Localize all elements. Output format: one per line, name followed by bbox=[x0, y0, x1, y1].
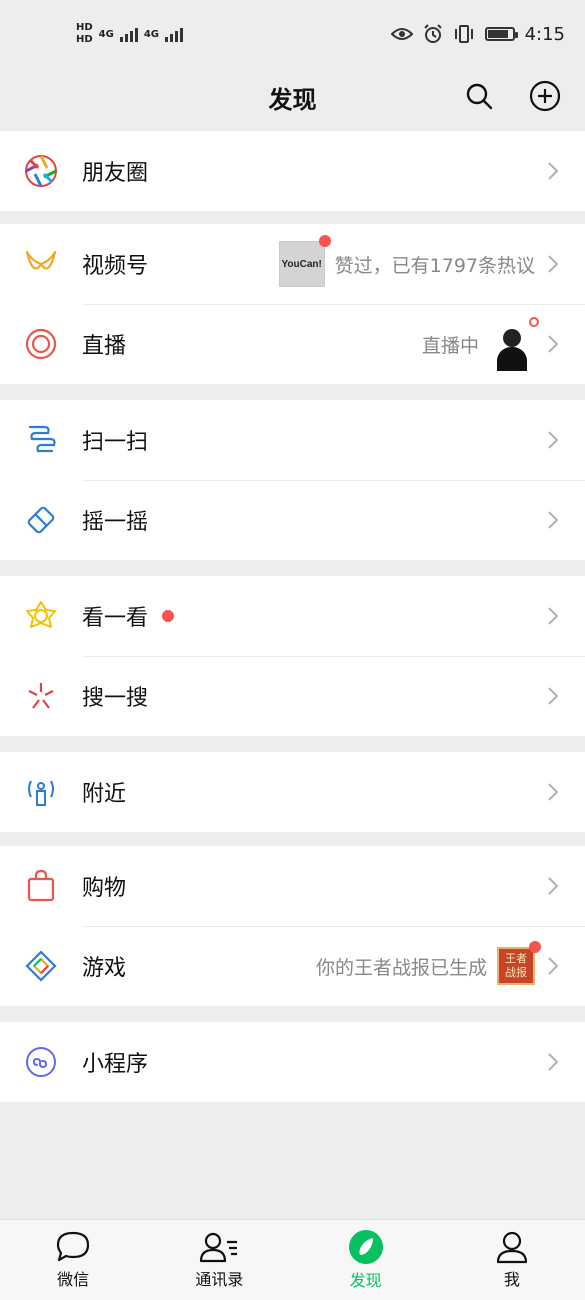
red-dot-badge bbox=[318, 235, 331, 247]
tab-label: 微信 bbox=[57, 1270, 90, 1289]
signal-icon bbox=[119, 26, 138, 42]
alarm-icon bbox=[423, 24, 442, 43]
youcan-thumb: YouCan! bbox=[278, 241, 325, 287]
network-type-1: 4G bbox=[98, 28, 114, 40]
moments-label: 朋友圈 bbox=[82, 161, 149, 186]
nearby-label: 附近 bbox=[82, 782, 127, 807]
search-label: 搜一搜 bbox=[82, 686, 149, 711]
hd-indicator: HD HD bbox=[76, 22, 93, 46]
chevron-right-icon bbox=[545, 780, 561, 804]
shopping-bag-icon bbox=[22, 867, 60, 905]
mini-programs-icon bbox=[22, 1043, 60, 1081]
moments-icon bbox=[22, 152, 60, 190]
chevron-right-icon bbox=[545, 508, 561, 532]
nearby-row[interactable]: 附近 bbox=[0, 752, 585, 832]
eye-icon bbox=[390, 28, 413, 40]
channels-row[interactable]: 视频号 YouCan! 赞过，已有1797条热议 bbox=[0, 224, 585, 304]
section-moments: 朋友圈 bbox=[0, 131, 585, 211]
hd-label-2: HD bbox=[76, 34, 93, 45]
king-glory-badge: 王者 战报 bbox=[497, 947, 535, 985]
tab-discover[interactable]: 发现 bbox=[293, 1220, 439, 1300]
bottom-tab-bar: 微信 通讯录 发现 我 bbox=[0, 1219, 585, 1300]
network-type-2: 4G bbox=[143, 28, 160, 40]
chevron-right-icon bbox=[545, 159, 561, 183]
status-time: 4:15 bbox=[524, 23, 565, 45]
mini-programs-label: 小程序 bbox=[82, 1052, 149, 1077]
shake-icon bbox=[22, 501, 60, 539]
section-scan-shake: 扫一扫 摇一摇 bbox=[0, 400, 585, 560]
mini-programs-row[interactable]: 小程序 bbox=[0, 1022, 585, 1102]
games-label: 游戏 bbox=[82, 956, 127, 981]
section-stories-search: 看一看 搜一搜 bbox=[0, 576, 585, 736]
scan-row[interactable]: 扫一扫 bbox=[0, 400, 585, 480]
tab-label: 发现 bbox=[349, 1271, 382, 1290]
live-icon bbox=[22, 325, 60, 363]
chevron-right-icon bbox=[545, 604, 561, 628]
red-dot-badge bbox=[529, 941, 541, 953]
red-dot-badge bbox=[162, 610, 175, 622]
channels-label: 视频号 bbox=[82, 254, 149, 279]
live-label: 直播 bbox=[82, 334, 127, 359]
network-indicators: HD HD 4G 4G bbox=[76, 22, 184, 46]
channels-thumbnail: YouCan! bbox=[278, 235, 331, 287]
search-button[interactable] bbox=[461, 78, 497, 114]
shopping-row[interactable]: 购物 bbox=[0, 846, 585, 926]
section-shopping-games: 购物 游戏 你的王者战报已生成 王者 战报 bbox=[0, 846, 585, 1006]
status-bar: HD HD 4G 4G 4:15 bbox=[0, 0, 585, 68]
battery-icon bbox=[484, 27, 518, 41]
live-note: 直播中 bbox=[421, 334, 479, 357]
chat-bubble-icon bbox=[57, 1231, 90, 1262]
moments-row[interactable]: 朋友圈 bbox=[0, 131, 585, 211]
add-button[interactable] bbox=[527, 78, 563, 114]
page-title: 发现 bbox=[268, 85, 317, 114]
top-stories-row[interactable]: 看一看 bbox=[0, 576, 585, 656]
games-note: 你的王者战报已生成 bbox=[315, 956, 487, 979]
shake-row[interactable]: 摇一摇 bbox=[0, 480, 585, 560]
tab-chats[interactable]: 微信 bbox=[0, 1220, 146, 1300]
vibrate-icon bbox=[454, 25, 473, 43]
shopping-label: 购物 bbox=[82, 876, 127, 901]
live-indicator-icon bbox=[527, 315, 541, 329]
top-stories-icon bbox=[22, 597, 60, 635]
channels-note: 赞过，已有1797条热议 bbox=[334, 254, 535, 277]
hd-label-1: HD bbox=[76, 22, 93, 33]
live-avatar-wrap bbox=[489, 315, 541, 367]
chevron-right-icon bbox=[545, 684, 561, 708]
chevron-right-icon bbox=[545, 1050, 561, 1074]
section-channels: 视频号 YouCan! 赞过，已有1797条热议 直播 直播中 bbox=[0, 224, 585, 384]
nearby-icon bbox=[22, 773, 60, 811]
top-stories-label: 看一看 bbox=[82, 606, 149, 631]
games-row[interactable]: 游戏 你的王者战报已生成 王者 战报 bbox=[0, 926, 585, 1006]
scan-label: 扫一扫 bbox=[82, 430, 149, 455]
chevron-right-icon bbox=[545, 954, 561, 978]
live-row[interactable]: 直播 直播中 bbox=[0, 304, 585, 384]
chevron-right-icon bbox=[545, 874, 561, 898]
add-circle-icon bbox=[529, 80, 561, 112]
chevron-right-icon bbox=[545, 332, 561, 356]
shake-label: 摇一摇 bbox=[82, 510, 149, 535]
tab-me[interactable]: 我 bbox=[439, 1220, 585, 1300]
search-sparkle-icon bbox=[22, 677, 60, 715]
compass-icon bbox=[348, 1230, 383, 1264]
games-badge-wrap: 王者 战报 bbox=[497, 941, 541, 985]
tab-label: 通讯录 bbox=[195, 1270, 244, 1289]
search-icon bbox=[466, 83, 493, 110]
section-nearby: 附近 bbox=[0, 752, 585, 832]
nav-bar: 发现 bbox=[0, 68, 585, 126]
chevron-right-icon bbox=[545, 428, 561, 452]
channels-icon bbox=[22, 245, 60, 283]
signal-icon bbox=[165, 26, 184, 42]
contacts-icon bbox=[200, 1232, 238, 1263]
section-mini-programs: 小程序 bbox=[0, 1022, 585, 1102]
tab-label: 我 bbox=[503, 1270, 520, 1289]
search-row[interactable]: 搜一搜 bbox=[0, 656, 585, 736]
chevron-right-icon bbox=[545, 252, 561, 276]
scan-icon bbox=[22, 421, 60, 459]
tab-contacts[interactable]: 通讯录 bbox=[146, 1220, 292, 1300]
person-icon bbox=[496, 1231, 527, 1264]
games-icon bbox=[22, 947, 60, 985]
